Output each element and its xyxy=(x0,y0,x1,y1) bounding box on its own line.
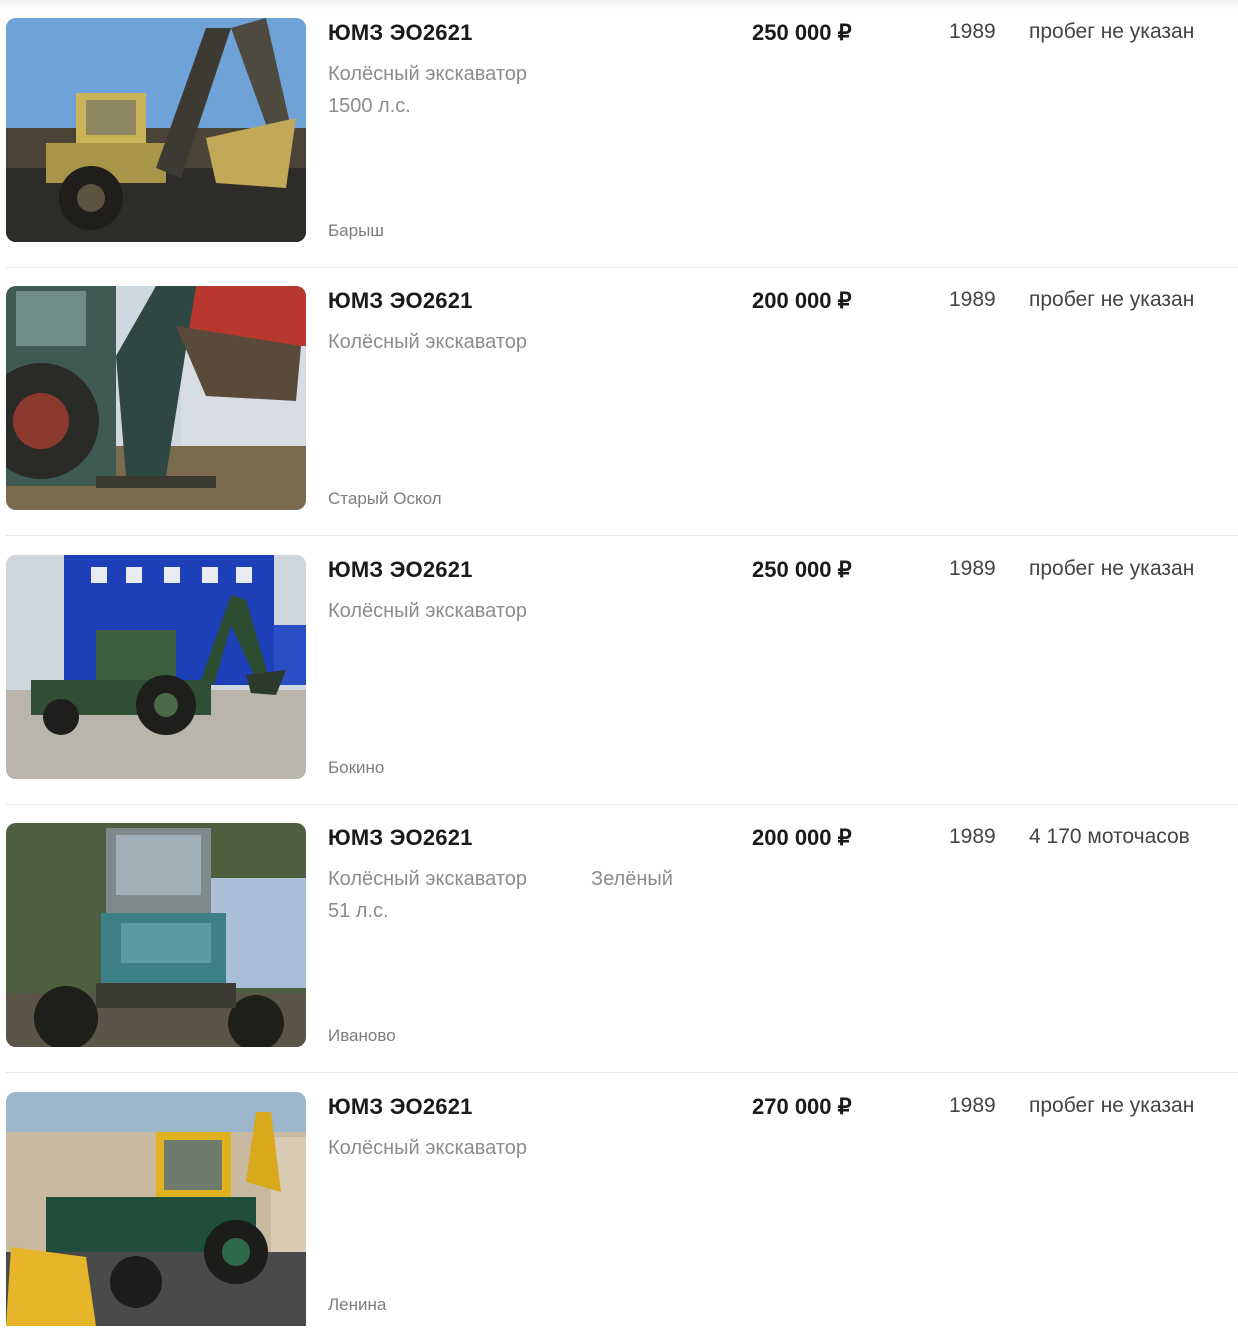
listing-item[interactable]: ЮМЗ ЭО2621 Колёсный экскаватор Бокино 25… xyxy=(0,537,1238,805)
listing-title[interactable]: ЮМЗ ЭО2621 xyxy=(328,20,473,46)
listing-price: 250 000 ₽ xyxy=(752,557,852,582)
excavator-photo-icon[interactable] xyxy=(6,555,306,779)
listing-title[interactable]: ЮМЗ ЭО2621 xyxy=(328,825,473,851)
listing-type: Колёсный экскаватор xyxy=(328,331,528,353)
listing-mileage: пробег не указан xyxy=(1029,20,1195,43)
listing-price: 200 000 ₽ xyxy=(752,288,852,313)
listing-year: 1989 xyxy=(949,288,996,311)
listing-divider xyxy=(6,1072,1238,1073)
listing-city: Бокино xyxy=(328,758,385,777)
listing-mileage: пробег не указан xyxy=(1029,557,1195,580)
listing-type: Колёсный экскаватор xyxy=(328,600,528,622)
excavator-photo-icon[interactable] xyxy=(6,823,306,1047)
listing-price: 270 000 ₽ xyxy=(752,1094,852,1119)
listing-title[interactable]: ЮМЗ ЭО2621 xyxy=(328,1094,473,1120)
listing-divider xyxy=(6,535,1238,536)
listing-city: Ленина xyxy=(328,1295,387,1314)
listing-year: 1989 xyxy=(949,1094,996,1117)
listing-title[interactable]: ЮМЗ ЭО2621 xyxy=(328,288,473,314)
listing-price: 250 000 ₽ xyxy=(752,20,852,45)
listing-item[interactable]: ЮМЗ ЭО2621 Колёсный экскаватор Ленина 27… xyxy=(0,1074,1238,1342)
listing-item[interactable]: ЮМЗ ЭО2621 Колёсный экскаватор 1500 л.с.… xyxy=(0,0,1238,268)
listing-year: 1989 xyxy=(949,557,996,580)
listing-power: 1500 л.с. xyxy=(328,95,411,117)
listing-type: Колёсный экскаватор xyxy=(328,1137,528,1159)
excavator-photo-icon[interactable] xyxy=(6,286,306,510)
listing-power: 51 л.с. xyxy=(328,900,389,922)
listing-mileage: пробег не указан xyxy=(1029,288,1195,311)
listing-price: 200 000 ₽ xyxy=(752,825,852,850)
listing-type: Колёсный экскаватор xyxy=(328,868,528,890)
listing-color: Зелёный xyxy=(591,868,673,890)
listing-city: Барыш xyxy=(328,221,384,240)
listing-item[interactable]: ЮМЗ ЭО2621 Колёсный экскаватор Старый Ос… xyxy=(0,268,1238,536)
listing-mileage: 4 170 моточасов xyxy=(1029,825,1190,848)
listing-type: Колёсный экскаватор xyxy=(328,63,528,85)
excavator-photo-icon[interactable] xyxy=(6,1092,306,1326)
listing-city: Старый Оскол xyxy=(328,489,442,508)
listing-city: Иваново xyxy=(328,1026,396,1045)
listing-year: 1989 xyxy=(949,20,996,43)
listing-year: 1989 xyxy=(949,825,996,848)
listing-mileage: пробег не указан xyxy=(1029,1094,1195,1117)
excavator-photo-icon[interactable] xyxy=(6,18,306,242)
listing-item[interactable]: ЮМЗ ЭО2621 Колёсный экскаватор Зелёный 5… xyxy=(0,805,1238,1073)
listing-title[interactable]: ЮМЗ ЭО2621 xyxy=(328,557,473,583)
